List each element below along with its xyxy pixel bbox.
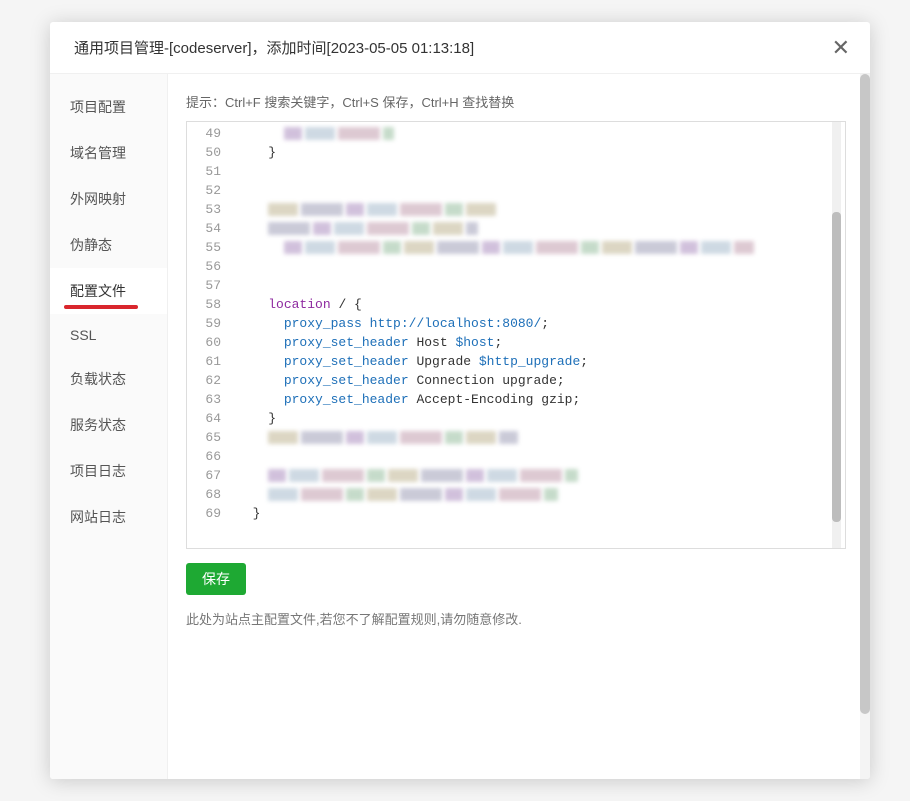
sidebar-item-8[interactable]: 项目日志 <box>50 448 167 494</box>
code-content: proxy_set_header Host $host; <box>231 333 845 352</box>
line-number: 50 <box>187 143 231 162</box>
sidebar-item-label: 域名管理 <box>70 145 126 161</box>
line-number: 58 <box>187 295 231 314</box>
code-content: proxy_set_header Connection upgrade; <box>231 371 845 390</box>
code-content <box>231 162 845 181</box>
code-content <box>231 276 845 295</box>
line-number: 66 <box>187 447 231 466</box>
code-line: 61 proxy_set_header Upgrade $http_upgrad… <box>187 352 845 371</box>
modal-body: 项目配置域名管理外网映射伪静态配置文件 SSL 负载状态服务状态项目日志网站日志 提… <box>50 74 870 779</box>
config-note: 此处为站点主配置文件,若您不了解配置规则,请勿随意修改. <box>186 609 846 628</box>
modal-header: 通用项目管理-[codeserver]，添加时间[2023-05-05 01:1… <box>50 22 870 74</box>
code-content <box>231 428 845 447</box>
code-line: 53 <box>187 200 845 219</box>
line-number: 65 <box>187 428 231 447</box>
code-line: 68 <box>187 485 845 504</box>
code-content <box>231 447 845 466</box>
editor-scrollbar[interactable] <box>832 122 841 548</box>
line-number: 54 <box>187 219 231 238</box>
sidebar-item-4[interactable]: 配置文件 <box>50 268 167 314</box>
sidebar-item-label: SSL <box>70 327 96 343</box>
code-line: 60 proxy_set_header Host $host; <box>187 333 845 352</box>
code-line: 49 <box>187 124 845 143</box>
code-line: 51 <box>187 162 845 181</box>
save-button[interactable]: 保存 <box>186 563 246 595</box>
line-number: 68 <box>187 485 231 504</box>
code-content <box>231 238 845 257</box>
line-number: 52 <box>187 181 231 200</box>
code-line: 69 } <box>187 504 845 523</box>
line-number: 59 <box>187 314 231 333</box>
code-line: 57 <box>187 276 845 295</box>
code-line: 62 proxy_set_header Connection upgrade; <box>187 371 845 390</box>
sidebar-item-label: 服务状态 <box>70 417 126 433</box>
code-content: } <box>231 504 845 523</box>
editor-hint: 提示：Ctrl+F 搜索关键字，Ctrl+S 保存，Ctrl+H 查找替换 <box>186 92 846 111</box>
line-number: 62 <box>187 371 231 390</box>
sidebar-item-6[interactable]: 负载状态 <box>50 356 167 402</box>
modal-title: 通用项目管理-[codeserver]，添加时间[2023-05-05 01:1… <box>74 37 474 58</box>
code-line: 66 <box>187 447 845 466</box>
code-line: 67 <box>187 466 845 485</box>
sidebar-item-3[interactable]: 伪静态 <box>50 222 167 268</box>
code-content: } <box>231 143 845 162</box>
sidebar-item-1[interactable]: 域名管理 <box>50 130 167 176</box>
modal-scrollbar-thumb[interactable] <box>860 74 870 714</box>
line-number: 61 <box>187 352 231 371</box>
code-line: 54 <box>187 219 845 238</box>
sidebar: 项目配置域名管理外网映射伪静态配置文件 SSL 负载状态服务状态项目日志网站日志 <box>50 74 168 779</box>
code-content <box>231 124 845 143</box>
code-content: proxy_set_header Accept-Encoding gzip; <box>231 390 845 409</box>
sidebar-item-label: 外网映射 <box>70 191 126 207</box>
sidebar-item-9[interactable]: 网站日志 <box>50 494 167 540</box>
modal-dialog: 通用项目管理-[codeserver]，添加时间[2023-05-05 01:1… <box>50 22 870 779</box>
code-content: proxy_pass http://localhost:8080/; <box>231 314 845 333</box>
modal-scrollbar[interactable] <box>860 74 870 779</box>
line-number: 56 <box>187 257 231 276</box>
code-content <box>231 257 845 276</box>
editor-scrollbar-thumb[interactable] <box>832 212 841 522</box>
code-content <box>231 485 845 504</box>
sidebar-item-7[interactable]: 服务状态 <box>50 402 167 448</box>
code-line: 52 <box>187 181 845 200</box>
code-line: 50 } <box>187 143 845 162</box>
code-content <box>231 181 845 200</box>
line-number: 55 <box>187 238 231 257</box>
line-number: 53 <box>187 200 231 219</box>
line-number: 63 <box>187 390 231 409</box>
line-number: 49 <box>187 124 231 143</box>
code-content <box>231 466 845 485</box>
sidebar-item-label: 项目日志 <box>70 463 126 479</box>
close-icon[interactable]: ✕ <box>832 37 850 59</box>
code-line: 65 <box>187 428 845 447</box>
sidebar-item-0[interactable]: 项目配置 <box>50 84 167 130</box>
sidebar-item-label: 配置文件 <box>70 283 126 299</box>
line-number: 57 <box>187 276 231 295</box>
line-number: 60 <box>187 333 231 352</box>
sidebar-item-label: 负载状态 <box>70 371 126 387</box>
code-content: } <box>231 409 845 428</box>
code-line: 56 <box>187 257 845 276</box>
code-line: 63 proxy_set_header Accept-Encoding gzip… <box>187 390 845 409</box>
code-content <box>231 219 845 238</box>
sidebar-item-5[interactable]: SSL <box>50 314 167 356</box>
line-number: 67 <box>187 466 231 485</box>
line-number: 69 <box>187 504 231 523</box>
code-content: location / { <box>231 295 845 314</box>
code-line: 64 } <box>187 409 845 428</box>
code-line: 58 location / { <box>187 295 845 314</box>
code-editor[interactable]: 49 50 }515253 54 55 565758 location / {5… <box>186 121 846 549</box>
line-number: 64 <box>187 409 231 428</box>
sidebar-item-label: 项目配置 <box>70 99 126 115</box>
underline-marker <box>64 305 138 309</box>
sidebar-item-label: 网站日志 <box>70 509 126 525</box>
code-content: proxy_set_header Upgrade $http_upgrade; <box>231 352 845 371</box>
code-content <box>231 200 845 219</box>
sidebar-item-2[interactable]: 外网映射 <box>50 176 167 222</box>
line-number: 51 <box>187 162 231 181</box>
sidebar-item-label: 伪静态 <box>70 237 112 253</box>
content-pane: 提示：Ctrl+F 搜索关键字，Ctrl+S 保存，Ctrl+H 查找替换 49… <box>168 74 870 779</box>
code-line: 59 proxy_pass http://localhost:8080/; <box>187 314 845 333</box>
code-line: 55 <box>187 238 845 257</box>
